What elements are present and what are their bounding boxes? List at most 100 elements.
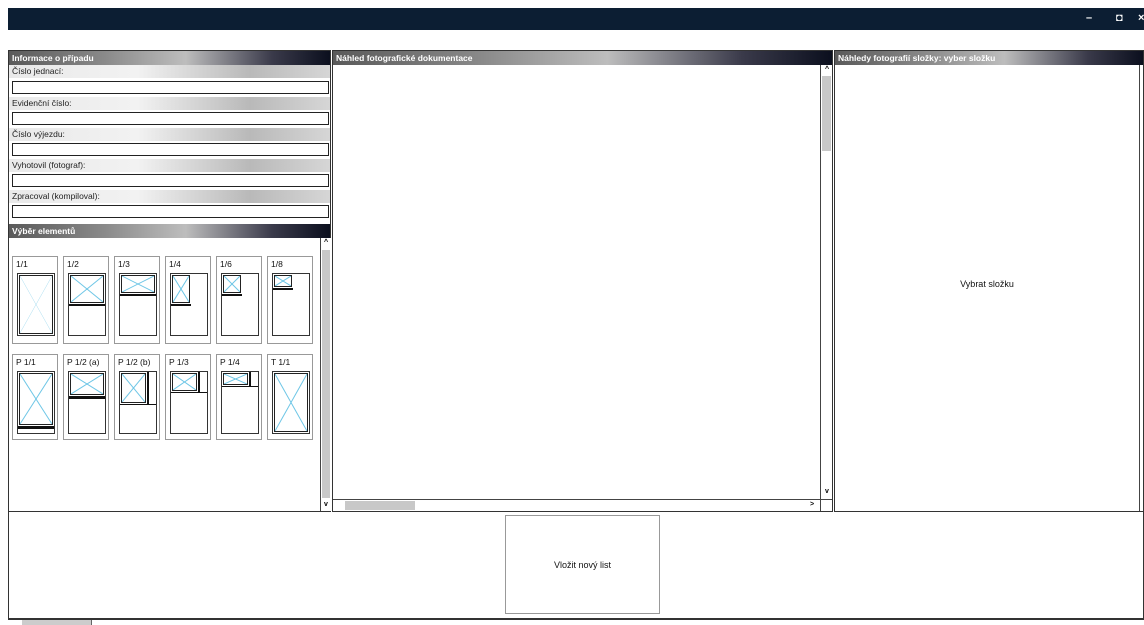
window-titlebar: – ◘ × (8, 8, 1144, 30)
elements-list: 1/1 1/2 1/3 1/4 1/6 1/8 P 1/1 P 1/2 (a) … (9, 238, 320, 511)
elements-scrollbar[interactable]: ^ v (320, 238, 331, 511)
caption-bar (273, 288, 293, 290)
minimize-button[interactable]: – (1086, 11, 1092, 25)
preview-header: Náhled fotografické dokumentace (333, 51, 832, 65)
tile-label: T 1/1 (271, 357, 291, 367)
scroll-down-icon[interactable]: v (822, 487, 832, 497)
image-placeholder-icon (274, 373, 308, 432)
scroll-up-icon[interactable]: ^ (822, 65, 832, 75)
image-placeholder-icon (121, 373, 146, 403)
restore-button[interactable]: ◘ (1116, 11, 1123, 25)
layout-tile-p-1-4[interactable]: P 1/4 (216, 354, 262, 440)
page-icon (119, 273, 157, 336)
layout-tile-p-1-3[interactable]: P 1/3 (165, 354, 211, 440)
preview-vertical-scrollbar[interactable]: ^ v (820, 65, 832, 499)
caption-bar (147, 372, 149, 404)
layout-tile-t-1-1[interactable]: T 1/1 (267, 354, 313, 440)
page-icon (170, 273, 208, 336)
tile-label: P 1/4 (220, 357, 240, 367)
tile-label: 1/3 (118, 259, 130, 269)
elements-header: Výběr elementů (9, 224, 330, 238)
layout-tile-1-4[interactable]: 1/4 (165, 256, 211, 344)
tile-label: 1/6 (220, 259, 232, 269)
layout-tile-1-3[interactable]: 1/3 (114, 256, 160, 344)
compiler-label: Zpracoval (kompiloval): (9, 190, 330, 203)
layout-tile-p-1-2-b[interactable]: P 1/2 (b) (114, 354, 160, 440)
page-icon (68, 371, 106, 434)
scroll-corner (820, 499, 832, 511)
tile-label: 1/1 (16, 259, 28, 269)
layout-tile-1-8[interactable]: 1/8 (267, 256, 313, 344)
layout-tile-1-2[interactable]: 1/2 (63, 256, 109, 344)
scroll-down-icon[interactable]: v (321, 500, 331, 510)
layout-tile-1-1[interactable]: 1/1 (12, 256, 58, 344)
evidence-number-input[interactable] (12, 112, 329, 125)
scroll-right-icon[interactable]: > (807, 500, 817, 510)
photographer-label: Vyhotovil (fotograf): (9, 159, 330, 172)
image-placeholder-icon (70, 275, 104, 303)
thumbnails-panel: Náhledy fotografií složky: vyber složku … (834, 50, 1144, 512)
thumbnails-scrollbar[interactable] (1139, 65, 1143, 511)
scroll-up-icon[interactable]: ^ (321, 238, 331, 248)
case-number-input[interactable] (12, 81, 329, 94)
close-button[interactable]: × (1138, 11, 1144, 25)
divider-line (222, 386, 258, 387)
page-icon (272, 273, 310, 336)
left-panel: Informace o případu Číslo jednací: Evide… (8, 50, 331, 512)
select-folder-label: Vybrat složku (960, 279, 1014, 289)
image-placeholder-icon (172, 373, 197, 391)
page-icon (170, 371, 208, 434)
caption-bar (69, 304, 105, 306)
caption-bar (198, 372, 200, 392)
scroll-thumb[interactable] (822, 76, 831, 151)
image-placeholder-icon (223, 275, 241, 293)
case-info-header: Informace o případu (9, 51, 330, 65)
sheet-strip: Vložit nový list (8, 512, 1144, 619)
page-icon (68, 273, 106, 336)
image-placeholder-icon (19, 275, 53, 334)
page-icon (221, 371, 259, 434)
compiler-input[interactable] (12, 205, 329, 218)
photographer-input[interactable] (12, 174, 329, 187)
select-folder-button[interactable]: Vybrat složku (835, 65, 1139, 511)
image-placeholder-icon (274, 275, 292, 287)
preview-horizontal-scrollbar[interactable]: > (333, 499, 820, 511)
scroll-thumb[interactable] (322, 250, 330, 498)
tile-label: P 1/1 (16, 357, 36, 367)
tile-label: 1/2 (67, 259, 79, 269)
evidence-number-label: Evidenční číslo: (9, 97, 330, 110)
divider-line (120, 404, 156, 405)
caption-bar (18, 426, 54, 429)
page-icon (17, 273, 55, 336)
tile-label: 1/8 (271, 259, 283, 269)
sheet-strip-scrollbar[interactable] (8, 619, 1144, 625)
layout-tile-p-1-2-a[interactable]: P 1/2 (a) (63, 354, 109, 440)
case-number-label: Číslo jednací: (9, 65, 330, 78)
thumbnails-header: Náhledy fotografií složky: vyber složku (835, 51, 1143, 65)
page-icon (119, 371, 157, 434)
caption-bar (171, 304, 191, 306)
caption-bar (120, 294, 156, 296)
page-icon (221, 273, 259, 336)
divider-line (171, 392, 207, 393)
insert-new-sheet-button[interactable]: Vložit nový list (505, 515, 660, 614)
page-icon (17, 371, 55, 434)
scroll-thumb[interactable] (22, 620, 92, 625)
image-placeholder-icon (19, 373, 53, 425)
tile-label: P 1/2 (b) (118, 357, 151, 367)
dispatch-number-input[interactable] (12, 143, 329, 156)
caption-bar (69, 396, 105, 399)
scroll-thumb[interactable] (345, 501, 415, 510)
image-placeholder-icon (121, 275, 155, 293)
tile-label: P 1/3 (169, 357, 189, 367)
page-icon (272, 371, 310, 434)
preview-canvas[interactable] (333, 65, 820, 499)
tile-label: P 1/2 (a) (67, 357, 100, 367)
image-placeholder-icon (70, 373, 104, 395)
layout-tile-1-6[interactable]: 1/6 (216, 256, 262, 344)
tile-label: 1/4 (169, 259, 181, 269)
dispatch-number-label: Číslo výjezdu: (9, 128, 330, 141)
layout-tile-p-1-1[interactable]: P 1/1 (12, 354, 58, 440)
preview-panel: Náhled fotografické dokumentace ^ v > (332, 50, 833, 512)
caption-bar (222, 294, 242, 296)
